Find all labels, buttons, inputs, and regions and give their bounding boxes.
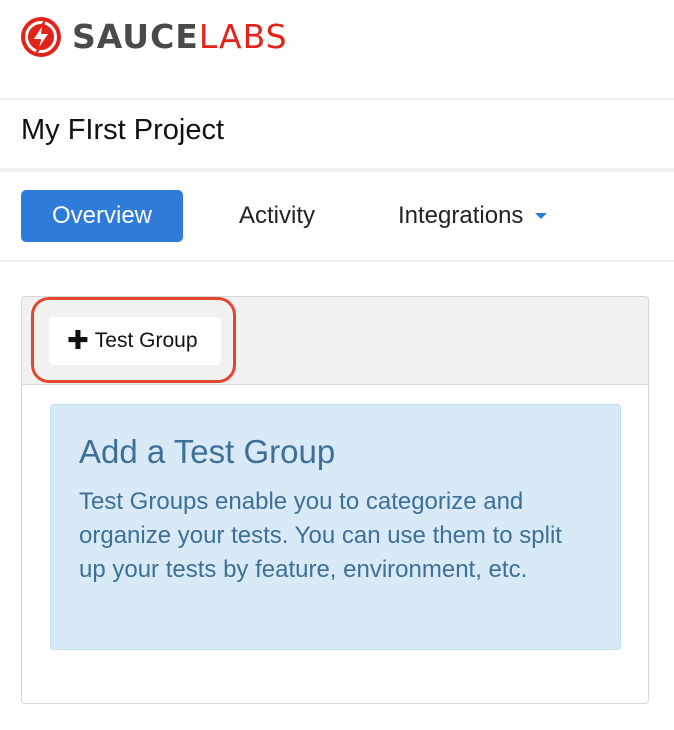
project-tabs: Overview Activity Integrations bbox=[0, 172, 674, 260]
add-test-group-label: Test Group bbox=[94, 329, 198, 352]
tab-integrations[interactable]: Integrations bbox=[376, 190, 586, 242]
caret-down-icon bbox=[535, 213, 548, 219]
sauce-labs-logo[interactable]: SAUCE LABS bbox=[20, 16, 288, 58]
sauce-labs-lightning-icon bbox=[21, 17, 61, 57]
test-groups-panel: ✚ Test Group Add a Test Group Test Group… bbox=[21, 296, 649, 704]
empty-state-text: Test Groups enable you to categorize and… bbox=[79, 488, 562, 583]
tab-activity-label: Activity bbox=[238, 202, 315, 229]
tab-integrations-label: Integrations bbox=[398, 202, 524, 229]
logo-word-secondary: LABS bbox=[198, 17, 288, 56]
header: SAUCE LABS bbox=[0, 0, 674, 98]
tab-activity[interactable]: Activity bbox=[200, 190, 354, 242]
tabs-divider bbox=[0, 260, 674, 262]
empty-state-alert: Add a Test Group Test Groups enable you … bbox=[50, 404, 621, 650]
logo-word-primary: SAUCE bbox=[72, 17, 199, 56]
logo-wordmark: SAUCE LABS bbox=[72, 16, 288, 58]
tab-overview[interactable]: Overview bbox=[21, 190, 183, 242]
empty-state-title: Add a Test Group bbox=[79, 433, 336, 470]
header-divider bbox=[0, 98, 674, 100]
add-test-group-button[interactable]: ✚ Test Group bbox=[49, 317, 221, 365]
plus-icon: ✚ bbox=[67, 326, 89, 356]
tab-overview-label: Overview bbox=[51, 202, 153, 229]
project-title: My FIrst Project bbox=[21, 114, 225, 146]
panel-header: ✚ Test Group bbox=[22, 297, 648, 385]
